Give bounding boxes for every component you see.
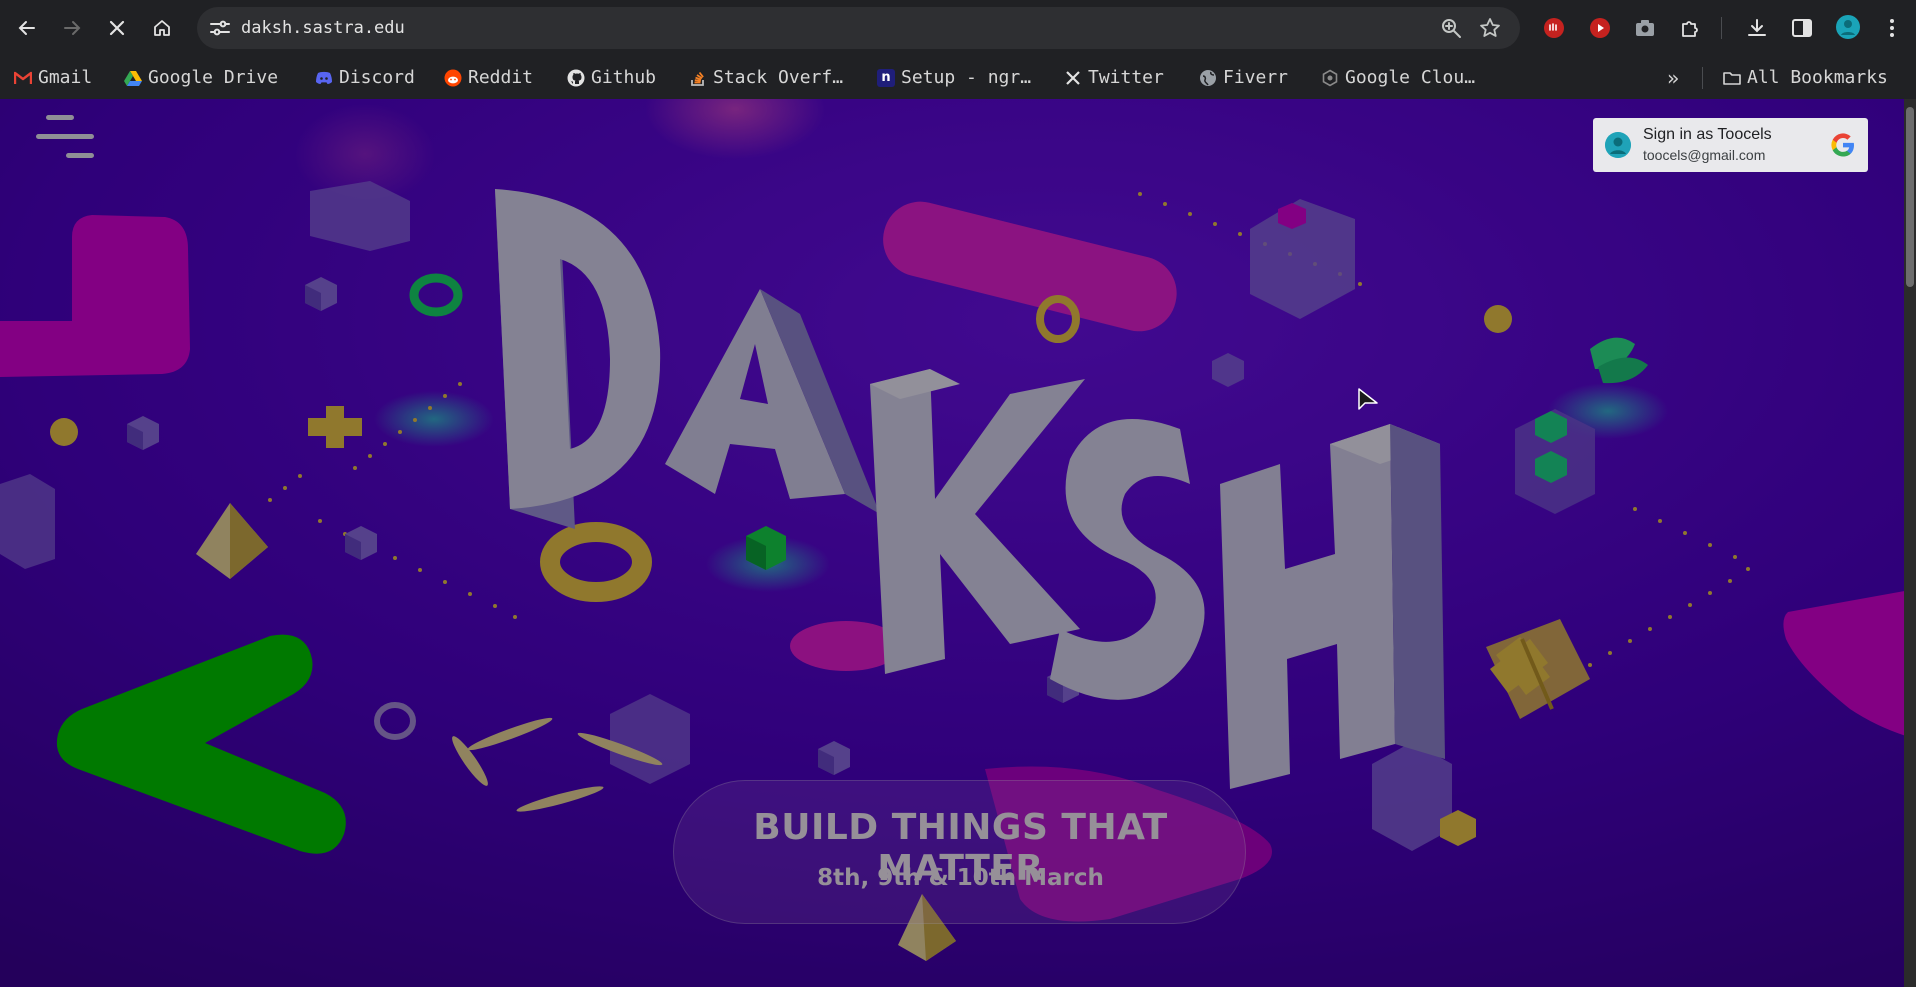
github-icon — [567, 69, 585, 87]
bookmark-google-drive[interactable]: Google Drive — [124, 56, 278, 99]
globe-icon — [1199, 69, 1217, 87]
google-signin-button[interactable]: Sign in as Toocels toocels@gmail.com — [1593, 118, 1868, 172]
url-text[interactable]: daksh.sastra.edu — [241, 7, 405, 49]
arrow-right-icon — [64, 21, 81, 35]
folder-icon — [1723, 69, 1741, 87]
bookmark-label: Gmail — [38, 67, 93, 88]
menu-line — [46, 115, 74, 120]
bookmark-label: Fiverr — [1223, 67, 1289, 88]
home-button[interactable] — [144, 10, 180, 46]
bookmark-label: Discord — [339, 67, 415, 88]
bookmark-label: Twitter — [1088, 67, 1164, 88]
all-bookmarks-button[interactable]: All Bookmarks — [1723, 56, 1888, 99]
home-icon — [154, 20, 170, 36]
back-button[interactable] — [9, 10, 45, 46]
zoom-icon[interactable] — [1440, 17, 1462, 39]
scrollbar-thumb[interactable] — [1906, 107, 1914, 287]
bookmarks-overflow-button[interactable]: » — [1667, 56, 1679, 99]
bookmark-label: Google Drive — [148, 67, 279, 88]
site-settings-icon[interactable] — [209, 18, 231, 38]
bookmark-fiverr[interactable]: Fiverr — [1199, 56, 1288, 99]
menu-kebab-icon[interactable] — [1880, 16, 1904, 40]
signin-title: Sign in as Toocels — [1643, 126, 1772, 143]
google-cloud-icon — [1321, 69, 1339, 87]
close-icon — [109, 20, 125, 36]
bookmark-star-icon[interactable] — [1479, 17, 1501, 39]
bookmark-label: Stack Overf… — [713, 67, 844, 88]
bookmark-label: Reddit — [468, 67, 534, 88]
bookmark-reddit[interactable]: Reddit — [444, 56, 533, 99]
discord-icon — [315, 69, 333, 87]
bookmark-label: Github — [591, 67, 657, 88]
bookmark-discord[interactable]: Discord — [315, 56, 415, 99]
bookmarks-separator — [1702, 67, 1703, 89]
side-panel-icon[interactable] — [1790, 16, 1814, 40]
ngrok-icon: n — [877, 68, 895, 87]
page-scrollbar[interactable] — [1904, 99, 1916, 987]
google-drive-icon — [124, 69, 142, 87]
bookmark-google-cloud[interactable]: Google Clou… — [1321, 56, 1475, 99]
bookmark-github[interactable]: Github — [567, 56, 656, 99]
bookmark-gmail[interactable]: Gmail — [14, 56, 92, 99]
browser-toolbar: daksh.sastra.edu — [0, 0, 1916, 56]
bookmark-label: Google Clou… — [1345, 67, 1476, 88]
reddit-icon — [444, 69, 462, 87]
screenshot-extension-icon[interactable] — [1633, 16, 1657, 40]
bookmarks-bar: Gmail Google Drive Discord Reddit Github… — [0, 56, 1916, 99]
youtube-extension-icon[interactable] — [1588, 16, 1612, 40]
bookmark-label: Setup - ngr… — [901, 67, 1032, 88]
google-g-icon — [1831, 133, 1854, 157]
user-avatar-icon — [1605, 132, 1631, 158]
mouse-cursor-icon — [1358, 388, 1378, 410]
bookmark-stack-overflow[interactable]: Stack Overf… — [689, 56, 843, 99]
download-icon[interactable] — [1745, 16, 1769, 40]
address-bar[interactable]: daksh.sastra.edu — [197, 7, 1520, 49]
signin-email: toocels@gmail.com — [1643, 147, 1766, 163]
profile-avatar-icon[interactable] — [1835, 14, 1861, 40]
all-bookmarks-label: All Bookmarks — [1747, 67, 1888, 88]
forward-button[interactable] — [54, 10, 90, 46]
stack-overflow-icon — [689, 69, 707, 87]
menu-line — [66, 153, 94, 158]
arrow-left-icon — [18, 21, 35, 35]
gmail-icon — [14, 69, 32, 87]
stop-loading-button[interactable] — [99, 10, 135, 46]
bookmark-ngrok[interactable]: n Setup - ngr… — [877, 56, 1031, 99]
menu-line — [36, 134, 94, 139]
x-twitter-icon — [1064, 69, 1082, 87]
adblock-extension-icon[interactable] — [1542, 16, 1566, 40]
bookmark-twitter[interactable]: Twitter — [1064, 56, 1164, 99]
toolbar-separator — [1721, 17, 1722, 39]
hero-cta-pill: BUILD THINGS THAT MATTER 8th, 9th & 10th… — [673, 780, 1246, 924]
extensions-puzzle-icon[interactable] — [1679, 16, 1703, 40]
event-dates: 8th, 9th & 10th March — [817, 865, 1104, 891]
page-viewport: BUILD THINGS THAT MATTER 8th, 9th & 10th… — [0, 99, 1916, 987]
hamburger-menu-button[interactable] — [36, 115, 94, 167]
